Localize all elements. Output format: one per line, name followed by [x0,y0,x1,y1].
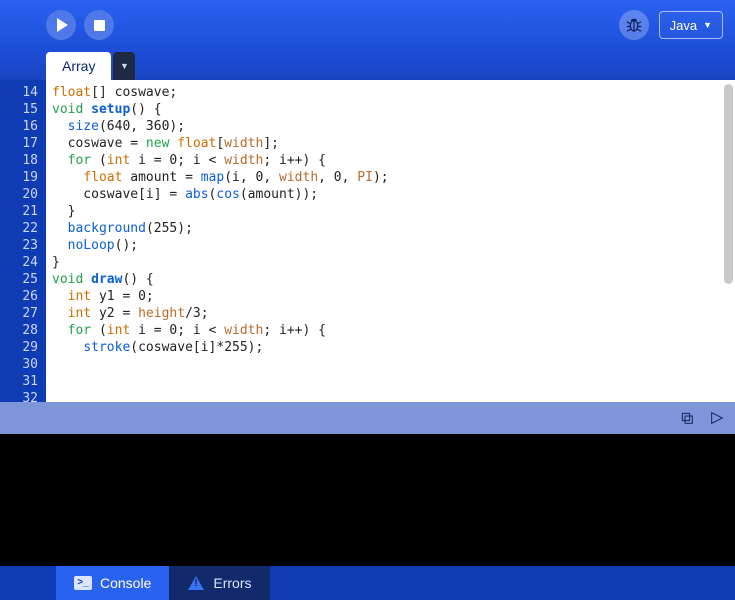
code-editor[interactable]: 14 15 16 17 18 19 20 21 22 23 24 25 26 2… [0,80,735,402]
language-select[interactable]: Java ▼ [659,11,723,39]
chevron-down-icon: ▼ [120,61,129,71]
console-output [0,434,735,566]
stop-button[interactable] [84,10,114,40]
clear-icon[interactable] [709,410,725,426]
tab-errors-label: Errors [213,575,251,591]
warning-icon [187,576,205,590]
tab-dropdown-button[interactable]: ▼ [113,52,135,80]
file-tab-strip: Array ▼ [0,50,735,80]
code-content[interactable]: float[] coswave;void setup() { size(640,… [46,80,735,402]
stop-icon [94,20,105,31]
console-icon: >_ [74,576,92,590]
bottom-tab-bar: >_ Console Errors [0,566,735,600]
copy-icon[interactable] [679,410,695,426]
line-number-gutter: 14 15 16 17 18 19 20 21 22 23 24 25 26 2… [0,80,46,402]
play-icon [57,18,68,32]
bug-icon [625,16,643,34]
run-button[interactable] [46,10,76,40]
toolbar: Java ▼ [0,0,735,50]
tab-console-label: Console [100,575,151,591]
language-label: Java [670,18,697,33]
tab-errors[interactable]: Errors [169,566,269,600]
editor-scrollbar[interactable] [724,84,733,284]
debugger-button[interactable] [619,10,649,40]
chevron-down-icon: ▼ [703,20,712,30]
console-header[interactable] [0,402,735,434]
tab-console[interactable]: >_ Console [56,566,169,600]
tab-array[interactable]: Array [46,52,111,80]
tab-label: Array [62,58,95,74]
